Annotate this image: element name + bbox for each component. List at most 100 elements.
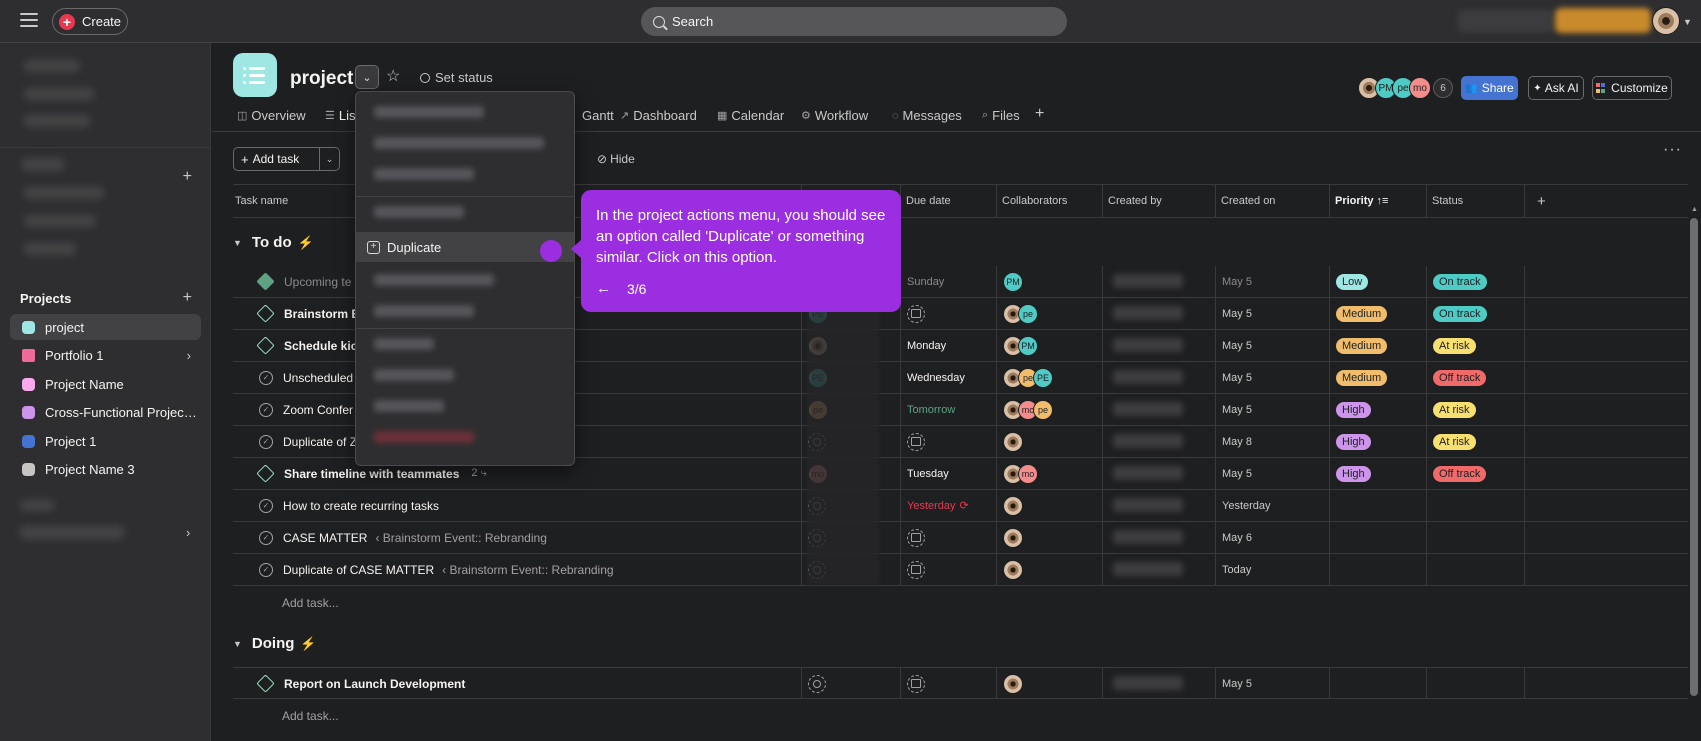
due-date-cell[interactable]: Tuesday <box>900 458 996 489</box>
priority-cell[interactable]: Medium <box>1329 362 1426 393</box>
sidebar-item-portfolio-1[interactable]: Portfolio 1 › <box>10 342 201 368</box>
ask-ai-button[interactable]: ✦ Ask AI <box>1528 76 1584 100</box>
redacted-menu-item[interactable] <box>374 206 464 218</box>
status-cell[interactable]: Off track <box>1426 362 1524 393</box>
page-title[interactable]: project <box>290 68 353 90</box>
add-project-icon[interactable]: + <box>183 289 192 307</box>
chevron-right-icon[interactable]: › <box>187 348 191 363</box>
assignee-cell[interactable] <box>801 668 900 699</box>
checkmark-icon[interactable] <box>256 304 275 323</box>
check-circle-icon[interactable]: ✓ <box>259 370 273 385</box>
due-date-cell[interactable] <box>900 522 996 553</box>
collaborators-cell[interactable]: pe <box>996 298 1102 329</box>
redacted-nav-item[interactable] <box>24 115 90 127</box>
table-row[interactable]: Report on Launch Development May 5 <box>233 667 1688 699</box>
priority-cell[interactable]: High <box>1329 426 1426 457</box>
due-date-cell[interactable] <box>900 668 996 699</box>
redacted-menu-item[interactable] <box>374 106 484 118</box>
calendar-icon[interactable] <box>907 528 925 547</box>
status-cell[interactable]: On track <box>1426 298 1524 329</box>
status-cell[interactable] <box>1426 668 1524 699</box>
add-task-dropdown[interactable]: ⌄ <box>320 147 340 171</box>
tab-workflow[interactable]: ⚙ Workflow <box>801 108 868 123</box>
add-icon[interactable]: + <box>183 168 192 186</box>
redacted-nav-item[interactable] <box>24 187 104 199</box>
status-cell[interactable]: At risk <box>1426 330 1524 361</box>
tab-list[interactable]: ☰ List <box>325 108 359 123</box>
tab-overview[interactable]: ◫ Overview <box>237 108 306 123</box>
check-circle-icon[interactable]: ✓ <box>259 434 273 449</box>
menu-icon[interactable] <box>20 13 38 29</box>
user-placeholder-icon[interactable] <box>808 674 826 693</box>
collaborators-cell[interactable]: PM <box>996 330 1102 361</box>
add-task-inline[interactable]: Add task... <box>282 596 339 610</box>
collaborators-cell[interactable] <box>996 490 1102 521</box>
parent-task-link[interactable]: ‹ Brainstorm Event:: Rebranding <box>442 563 613 577</box>
create-button[interactable]: + Create <box>52 8 128 35</box>
status-cell[interactable] <box>1426 554 1524 585</box>
status-cell[interactable] <box>1426 490 1524 521</box>
due-date-cell[interactable]: Yesterday ⟳ <box>900 490 996 521</box>
redacted-nav-item[interactable] <box>24 88 94 100</box>
member-avatars[interactable]: PM pe mo 6 <box>1358 77 1453 99</box>
priority-cell[interactable] <box>1329 668 1426 699</box>
section-header[interactable]: ▼ Doing ⚡ <box>233 635 317 652</box>
column-collaborators[interactable]: Collaborators <box>996 185 1102 217</box>
priority-cell[interactable] <box>1329 522 1426 553</box>
calendar-icon[interactable] <box>907 560 925 579</box>
check-circle-icon[interactable]: ✓ <box>259 402 273 417</box>
parent-task-link[interactable]: ‹ Brainstorm Event:: Rebranding <box>375 531 546 545</box>
user-avatar[interactable] <box>1652 7 1680 35</box>
calendar-icon[interactable] <box>907 674 925 693</box>
tab-messages[interactable]: ◌ Messages <box>892 108 962 123</box>
column-priority[interactable]: Priority ↑≡ <box>1329 185 1426 217</box>
due-date-cell[interactable]: Tomorrow <box>900 394 996 425</box>
task-name-cell[interactable]: ✓ Duplicate of CASE MATTER ‹ Brainstorm Ev… <box>233 554 801 585</box>
redacted-menu-item[interactable] <box>374 338 434 350</box>
tab-files[interactable]: ⌕ Files <box>982 108 1020 123</box>
tab-dashboard[interactable]: ↗ Dashboard <box>620 108 697 123</box>
add-column-icon[interactable]: + <box>1524 185 1688 217</box>
priority-cell[interactable]: Medium <box>1329 298 1426 329</box>
task-name-cell[interactable]: ✓ CASE MATTER ‹ Brainstorm Event:: Rebrand… <box>233 522 801 553</box>
set-status-button[interactable]: Set status <box>420 70 493 85</box>
collaborators-cell[interactable]: pe PE <box>996 362 1102 393</box>
project-actions-button[interactable]: ⌄ <box>355 65 379 89</box>
add-tab-icon[interactable]: + <box>1035 105 1044 123</box>
due-date-cell[interactable] <box>900 298 996 329</box>
status-cell[interactable]: Off track <box>1426 458 1524 489</box>
upgrade-button[interactable] <box>1555 8 1651 33</box>
tab-calendar[interactable]: ▦ Calendar <box>717 108 784 123</box>
redacted-menu-item[interactable] <box>374 137 544 149</box>
due-date-cell[interactable] <box>900 554 996 585</box>
due-date-cell[interactable]: Monday <box>900 330 996 361</box>
column-created-by[interactable]: Created by <box>1102 185 1215 217</box>
table-row[interactable]: ✓ How to create recurring tasks Yesterday… <box>233 490 1688 522</box>
priority-cell[interactable]: High <box>1329 394 1426 425</box>
redacted-nav-item[interactable] <box>24 215 96 227</box>
caret-down-icon[interactable]: ▼ <box>233 238 242 248</box>
collaborators-cell[interactable] <box>996 668 1102 699</box>
star-icon[interactable]: ☆ <box>386 66 400 86</box>
check-circle-icon[interactable]: ✓ <box>259 498 273 513</box>
priority-cell[interactable] <box>1329 554 1426 585</box>
more-options-icon[interactable]: ··· <box>1663 141 1682 159</box>
hide-button[interactable]: ⊘ Hide <box>597 152 635 166</box>
sidebar-item-project[interactable]: project <box>10 314 201 340</box>
redacted-menu-item[interactable] <box>374 168 474 180</box>
table-row[interactable]: ✓ CASE MATTER ‹ Brainstorm Event:: Rebrand… <box>233 522 1688 554</box>
collaborators-cell[interactable] <box>996 426 1102 457</box>
status-cell[interactable]: At risk <box>1426 426 1524 457</box>
scroll-up-icon[interactable]: ▲ <box>1691 206 1698 213</box>
due-date-cell[interactable] <box>900 426 996 457</box>
redacted-menu-item[interactable] <box>374 369 454 381</box>
due-date-cell[interactable]: Wednesday <box>900 362 996 393</box>
status-cell[interactable]: At risk <box>1426 394 1524 425</box>
priority-cell[interactable]: Medium <box>1329 330 1426 361</box>
column-due-date[interactable]: Due date <box>900 185 996 217</box>
hotspot-marker[interactable] <box>540 240 562 262</box>
calendar-icon[interactable] <box>907 432 925 451</box>
collaborators-cell[interactable] <box>996 554 1102 585</box>
priority-cell[interactable]: Low <box>1329 266 1426 297</box>
redacted-menu-item[interactable] <box>374 305 474 317</box>
